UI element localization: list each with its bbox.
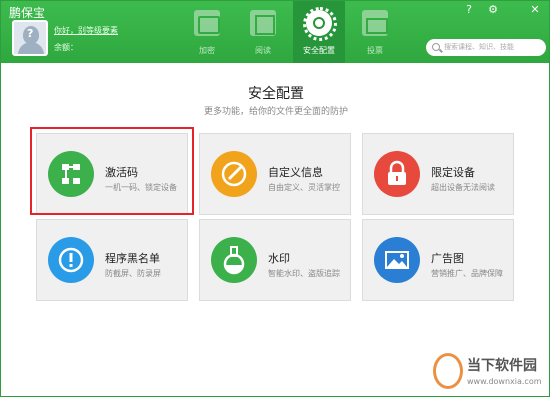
card-icon-circle [374, 237, 420, 283]
tab-label: 阅读 [255, 46, 271, 55]
card-name: 水印 [268, 252, 290, 265]
card-name: 自定义信息 [268, 166, 323, 179]
card-icon-circle [211, 237, 257, 283]
tab-label: 加密 [199, 46, 215, 55]
tab-label: 投票 [367, 46, 383, 55]
card-watermark[interactable]: 水印 智能水印、盗版追踪 [199, 219, 351, 301]
card-desc: 超出设备无法阅读 [431, 183, 495, 192]
card-desc: 自由定义、灵活掌控 [268, 183, 340, 192]
card-desc: 防截屏、防录屏 [105, 269, 161, 278]
app-window: 鹏保宝 ? 你好，别等级要素 余额： 加密 阅读 安全配置 投票 ? ⚙ ✕ 搜… [0, 0, 550, 397]
user-greeting-link[interactable]: 你好，别等级要素 [54, 25, 118, 36]
card-name: 限定设备 [431, 166, 475, 179]
lock-icon [388, 160, 406, 185]
card-icon-circle [374, 151, 420, 197]
vote-icon [362, 10, 388, 36]
card-custom-info[interactable]: 自定义信息 自由定义、灵活掌控 [199, 133, 351, 215]
tab-read[interactable]: 阅读 [237, 1, 289, 63]
avatar[interactable]: ? [12, 20, 48, 56]
image-icon [385, 251, 409, 269]
tab-encrypt[interactable]: 加密 [181, 1, 233, 63]
site-watermark: 当下软件园 www.downxia.com [433, 351, 549, 395]
tab-security-config[interactable]: 安全配置 [293, 1, 345, 63]
pencil-icon [221, 161, 247, 187]
card-desc: 营销推广、品牌保障 [431, 269, 503, 278]
watermark-url: www.downxia.com [467, 377, 542, 386]
folder-icon [194, 10, 220, 36]
balance-label: 余额： [54, 43, 78, 52]
close-button[interactable]: ✕ [527, 3, 543, 17]
search-placeholder: 搜索课程、知识、技能 [444, 43, 514, 51]
flask-icon [223, 246, 245, 275]
tab-label: 安全配置 [303, 46, 335, 55]
alert-icon [58, 247, 84, 273]
search-input[interactable]: 搜索课程、知识、技能 [426, 39, 546, 56]
selection-highlight [30, 127, 194, 215]
page-title: 安全配置 [248, 86, 304, 102]
card-name: 程序黑名单 [105, 252, 160, 265]
help-button[interactable]: ? [461, 3, 477, 17]
card-desc: 智能水印、盗版追踪 [268, 269, 340, 278]
tab-vote[interactable]: 投票 [349, 1, 401, 63]
video-icon [250, 10, 276, 36]
card-icon-circle [211, 151, 257, 197]
main-nav: 加密 阅读 安全配置 投票 [181, 1, 405, 63]
page-subtitle: 更多功能，给你的文件更全面的防护 [203, 107, 348, 117]
app-title: 鹏保宝 [9, 6, 46, 20]
search-icon [432, 43, 440, 51]
site-logo-icon [433, 353, 463, 389]
header-bar: 鹏保宝 ? 你好，别等级要素 余额： 加密 阅读 安全配置 投票 ? ⚙ ✕ 搜… [1, 1, 549, 63]
card-icon-circle [48, 237, 94, 283]
watermark-text: 当下软件园 [467, 358, 537, 374]
card-device-limit[interactable]: 限定设备 超出设备无法阅读 [362, 133, 514, 215]
card-program-blacklist[interactable]: 程序黑名单 防截屏、防录屏 [36, 219, 188, 301]
card-name: 广告图 [431, 252, 464, 265]
gear-icon [303, 7, 337, 41]
card-ad-image[interactable]: 广告图 营销推广、品牌保障 [362, 219, 514, 301]
settings-button[interactable]: ⚙ [485, 3, 501, 17]
